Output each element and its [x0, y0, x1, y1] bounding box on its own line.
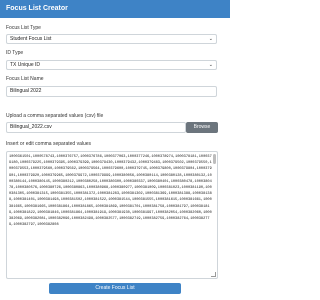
chevron-down-icon: ⌄ — [208, 36, 213, 42]
textarea-scrollbar[interactable] — [213, 154, 216, 164]
list-name-input[interactable]: Bilingual 2022 — [6, 86, 217, 97]
csv-file-name: Bilingual_2022.csv — [10, 124, 52, 130]
create-focus-list-button[interactable]: Create Focus List — [49, 283, 181, 294]
list-type-value: Student Focus List — [10, 36, 52, 42]
list-type-select[interactable]: Student Focus List ⌄ — [6, 34, 217, 44]
id-type-label: ID Type — [6, 50, 24, 56]
csv-file-input[interactable]: Bilingual_2022.csv — [6, 122, 186, 133]
list-type-label: Focus List Type — [6, 25, 41, 31]
id-type-select[interactable]: TX Unique ID ⌄ — [6, 60, 217, 70]
csv-values-text: 1000361501,1000578743,1000376757,1000376… — [9, 155, 212, 228]
upload-label: Upload a comma separated values (csv) fi… — [6, 113, 104, 119]
resize-handle[interactable] — [211, 272, 216, 277]
id-type-value: TX Unique ID — [10, 62, 41, 68]
csv-values-textarea[interactable]: 1000361501,1000578743,1000376757,1000376… — [6, 151, 218, 279]
app-header: Focus List Creator — [0, 0, 230, 18]
app-title: Focus List Creator — [6, 5, 68, 12]
list-name-value: Bilingual 2022 — [10, 88, 42, 94]
browse-button[interactable]: Browse — [186, 122, 218, 133]
chevron-down-icon: ⌄ — [208, 62, 213, 68]
values-label: Insert or edit comma separated values — [6, 141, 92, 147]
list-name-label: Focus List Name — [6, 76, 44, 82]
